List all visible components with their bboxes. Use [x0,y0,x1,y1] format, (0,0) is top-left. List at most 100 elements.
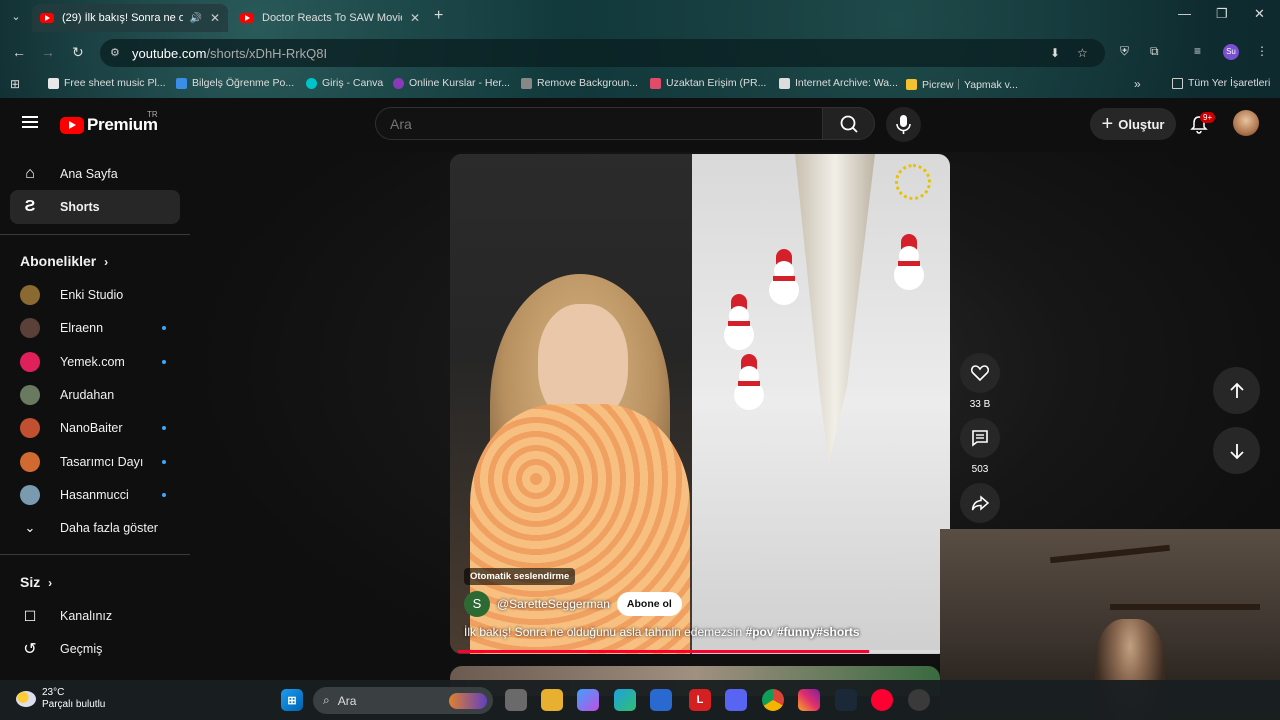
sidebar-item-label: Geçmiş [60,642,103,656]
task-view-icon[interactable] [505,689,527,711]
browser-menu-icon[interactable]: ⋮ [1256,44,1268,58]
sidebar-item-label: Tasarımcı Dayı [60,455,144,469]
close-tab-icon[interactable]: ✕ [410,11,420,25]
new-content-dot [162,426,166,430]
minimize-icon[interactable]: — [1178,6,1191,21]
channel-name[interactable]: @SaretteSeggerman [497,597,610,611]
search-input[interactable] [390,116,790,132]
weather-widget[interactable]: 23°C Parçalı bulutlu [16,687,105,711]
chrome-icon[interactable] [762,689,784,711]
sidebar-item-label: Arudahan [60,388,115,402]
instagram-icon[interactable] [798,689,820,711]
site-info-icon[interactable]: ⚙ [110,46,120,59]
discord-icon[interactable] [725,689,747,711]
sidebar-item-history[interactable]: ↺ Geçmiş [10,632,180,666]
speaker-icon[interactable]: 🔊 [189,13,201,24]
channel-avatar [20,385,40,405]
account-avatar[interactable] [1233,110,1259,136]
maximize-icon[interactable]: ❐ [1216,6,1228,22]
chevron-right-icon: › [48,576,53,590]
channel-avatar[interactable]: S [464,591,490,617]
bookmark-favicon-icon [48,77,59,89]
bookmark-item[interactable]: Picrew｜Yapmak v... [906,77,1018,92]
bookmarks-bar: ⊞ Free sheet music Pl... Bilgelş Öğrenme… [0,72,1280,96]
all-bookmarks-folder[interactable]: Tüm Yer İşaretleri [1172,77,1270,89]
create-button[interactable]: + Oluştur [1090,108,1176,140]
like-button[interactable] [960,353,1000,393]
snowman-meringue [892,234,926,294]
comments-button[interactable] [960,418,1000,458]
sidebar-item-shorts[interactable]: Ƨ Shorts [10,190,180,224]
menu-icon[interactable] [22,116,38,128]
shield-extension-icon[interactable]: ⛨ [1120,44,1129,59]
tab-inactive[interactable]: Doctor Reacts To SAW Movie ✕ [232,4,428,32]
bookmark-item[interactable]: Free sheet music Pl... [48,77,166,89]
subscriptions-heading[interactable]: Abonelikler › [20,253,108,269]
obs-icon[interactable] [908,689,930,711]
short-title[interactable]: İlk bakış! Sonra ne olduğunu asla tahmin… [464,625,860,639]
video-progress-bar[interactable] [458,650,942,653]
share-button[interactable] [960,483,1000,523]
show-more-button[interactable]: ⌄ Daha fazla göster [10,511,180,545]
media-control-icon[interactable]: ≡ [1194,44,1201,58]
forward-icon[interactable]: → [41,44,55,60]
tab-active[interactable]: (29) İlk bakış! Sonra ne oldu 🔊 ✕ [32,4,228,32]
bookmark-item[interactable]: Giriş - Canva [306,77,383,89]
bookmark-item[interactable]: Online Kurslar - Her... [393,77,510,89]
microsoft-store-icon[interactable] [650,689,672,711]
sidebar: ⌂ Ana Sayfa Ƨ Shorts Abonelikler › Enki … [0,152,190,690]
search-box[interactable] [375,107,823,140]
you-heading[interactable]: Siz › [20,574,52,590]
bookmark-item[interactable]: Internet Archive: Wa... [779,77,898,89]
sidebar-item-label: Hasanmucci [60,488,129,502]
profile-avatar[interactable]: Su [1223,44,1239,60]
file-explorer-icon[interactable] [541,689,563,711]
install-app-icon[interactable]: ⬇ [1050,46,1060,60]
new-tab-button[interactable]: + [434,7,443,25]
reload-icon[interactable]: ↻ [72,44,84,61]
edge-icon[interactable] [614,689,636,711]
youtube-logo[interactable]: Premium [60,115,158,135]
taskbar-search[interactable]: ⌕ Ara [313,687,493,714]
voice-search-button[interactable] [886,107,921,142]
apps-grid-icon[interactable]: ⊞ [10,77,20,91]
windows-start-icon[interactable]: ⊞ [281,689,303,711]
back-icon[interactable]: ← [12,44,26,60]
short-video-player[interactable]: Otomatik seslendirme S @SaretteSeggerman… [450,154,950,654]
youtube-header: Premium TR +Oluştur 9+ [0,98,1280,152]
subscription-item[interactable]: Arudahan [10,378,180,412]
channel-avatar [20,285,40,305]
search-button[interactable] [822,107,875,140]
previous-short-button[interactable] [1213,367,1260,414]
search-icon: ⌕ [323,693,330,707]
bookmark-star-icon[interactable]: ☆ [1077,46,1088,60]
sidebar-item-your-channel[interactable]: ☐ Kanalınız [10,599,180,633]
l-app-icon[interactable]: L [689,689,711,711]
tab-search-button[interactable]: ⌄ [6,8,26,26]
channel-avatar [20,352,40,372]
bookmark-item[interactable]: Bilgelş Öğrenme Po... [176,77,294,89]
subscription-item[interactable]: Tasarımcı Dayı [10,445,180,479]
close-tab-icon[interactable]: ✕ [210,11,220,25]
subscription-item[interactable]: Enki Studio [10,278,180,312]
bookmark-item[interactable]: Uzaktan Erişim (PR... [650,77,766,89]
channel-avatar [20,318,40,338]
like-count: 33 B [969,399,991,410]
next-short-button[interactable] [1213,427,1260,474]
subscription-item[interactable]: NanoBaiter [10,411,180,445]
steam-icon[interactable] [835,689,857,711]
youtube-music-icon[interactable] [871,689,893,711]
close-window-icon[interactable]: ✕ [1254,6,1265,22]
new-content-dot [162,460,166,464]
subscription-item[interactable]: Hasanmucci [10,478,180,512]
extensions-icon[interactable]: ⧉ [1150,44,1159,59]
bookmark-item[interactable]: Remove Backgroun... [521,77,638,89]
subscribe-button[interactable]: Abone ol [616,592,682,616]
sidebar-item-home[interactable]: ⌂ Ana Sayfa [10,157,180,191]
subscription-item[interactable]: Elraenn [10,311,180,345]
copilot-icon[interactable] [577,689,599,711]
more-bookmarks-icon[interactable]: » [1134,77,1141,91]
address-bar[interactable]: ⚙ youtube.com/shorts/xDhH-RrkQ8I ⬇ ☆ [100,39,1105,67]
region-label: TR [147,110,158,119]
subscription-item[interactable]: Yemek.com [10,345,180,379]
